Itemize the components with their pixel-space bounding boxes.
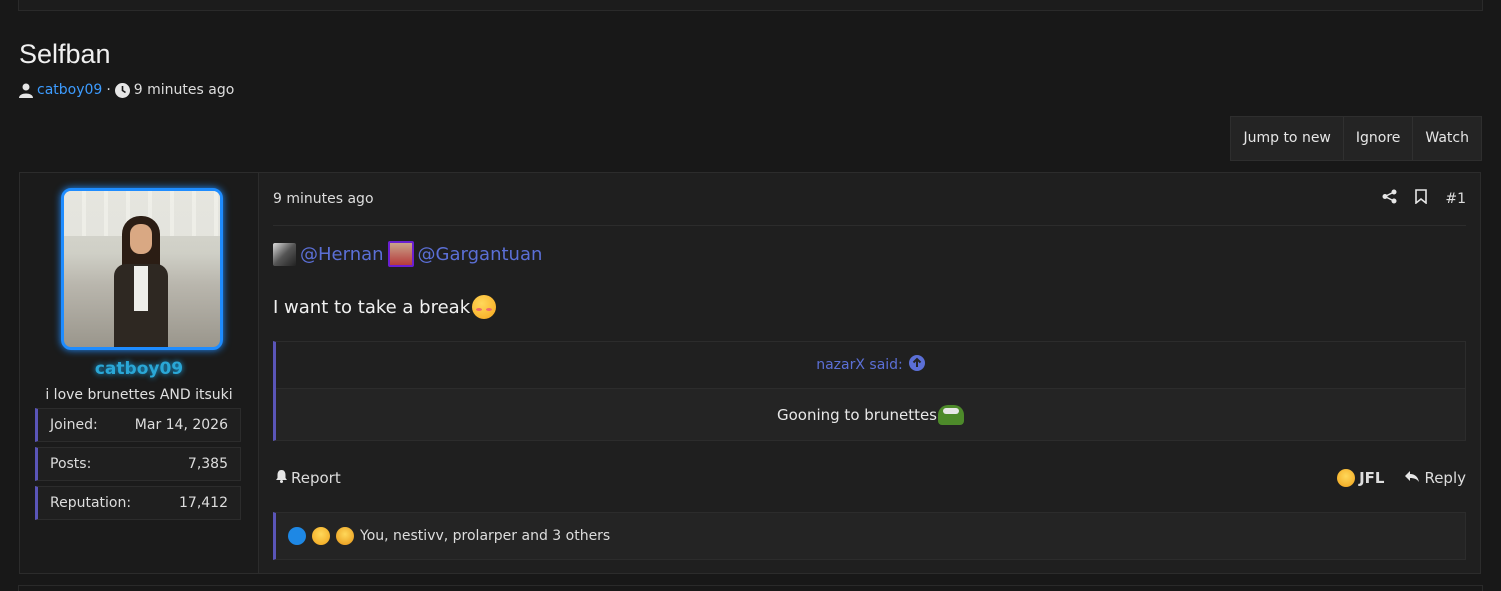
stat-label: Joined: <box>50 417 98 433</box>
stat-label: Posts: <box>50 456 92 472</box>
clock-icon <box>114 82 130 98</box>
jump-to-new-button[interactable]: Jump to new <box>1231 117 1342 160</box>
report-label: Report <box>291 469 341 487</box>
share-icon[interactable] <box>1382 189 1397 208</box>
reactions-text[interactable]: You, nestivv, prolarper and 3 others <box>360 528 610 544</box>
sad-emoji-icon <box>336 527 354 545</box>
reactions-bar[interactable]: You, nestivv, prolarper and 3 others <box>273 512 1466 560</box>
mention-link[interactable]: @Gargantuan <box>418 244 543 265</box>
avatar[interactable] <box>61 188 223 350</box>
stat-value: 17,412 <box>179 495 228 511</box>
laughing-emoji-icon <box>1337 469 1356 487</box>
user-sidebar: catboy09 i love brunettes AND itsuki Joi… <box>20 173 259 573</box>
post: catboy09 i love brunettes AND itsuki Joi… <box>19 172 1481 574</box>
thread-actions: Jump to new Ignore Watch <box>1230 116 1482 161</box>
watch-button[interactable]: Watch <box>1412 117 1481 160</box>
bookmark-icon[interactable] <box>1415 189 1428 208</box>
thread-time: 9 minutes ago <box>133 82 235 98</box>
quote-body: Gooning to brunettes <box>276 389 1465 441</box>
quote-block: nazarX said: Gooning to brunettes <box>273 341 1466 441</box>
stat-joined: Joined: Mar 14, 2026 <box>35 408 241 442</box>
next-panel-edge <box>18 585 1483 591</box>
post-date[interactable]: 9 minutes ago <box>273 191 374 207</box>
bell-icon <box>275 469 288 487</box>
quote-text: Gooning to brunettes <box>776 406 937 424</box>
user-title: i love brunettes AND itsuki <box>45 387 233 403</box>
post-main: 9 minutes ago #1 @Hernan @Gargantuan I w… <box>273 173 1466 573</box>
post-username[interactable]: catboy09 <box>20 359 258 379</box>
divider <box>273 225 1466 226</box>
thread-meta: catboy09 · 9 minutes ago <box>19 82 234 98</box>
report-link[interactable]: Report <box>275 469 341 487</box>
jfl-label: JFL <box>1359 469 1385 487</box>
mention-link[interactable]: @Hernan <box>300 244 384 265</box>
reply-label: Reply <box>1424 469 1466 487</box>
thread-title: Selfban <box>19 39 111 69</box>
stat-reputation: Reputation: 17,412 <box>35 486 241 520</box>
mentions: @Hernan @Gargantuan <box>273 241 542 267</box>
like-icon <box>288 527 306 545</box>
stat-value: Mar 14, 2026 <box>134 417 228 433</box>
post-text: I want to take a break <box>273 296 471 318</box>
post-tools: #1 <box>1382 189 1466 208</box>
post-number[interactable]: #1 <box>1445 191 1466 207</box>
post-body: I want to take a break <box>273 295 497 319</box>
arrow-up-icon[interactable] <box>908 355 925 375</box>
post-actions: JFL Reply <box>1337 469 1466 487</box>
ignore-button[interactable]: Ignore <box>1342 117 1413 160</box>
laughing-emoji-icon <box>312 527 330 545</box>
pepe-emoji-icon <box>938 405 964 425</box>
top-panel-edge <box>18 0 1483 11</box>
mention-avatar <box>273 242 296 266</box>
blush-emoji-icon <box>472 295 497 319</box>
quote-header[interactable]: nazarX said: <box>276 342 1465 389</box>
jfl-react-button[interactable]: JFL <box>1337 469 1384 487</box>
meta-separator: · <box>106 82 111 98</box>
reply-icon <box>1404 469 1420 487</box>
user-icon <box>19 83 33 98</box>
thread-author-link[interactable]: catboy09 <box>37 82 102 98</box>
quote-author[interactable]: nazarX said: <box>816 357 903 373</box>
reply-button[interactable]: Reply <box>1404 469 1466 487</box>
stat-value: 7,385 <box>187 456 228 472</box>
stat-label: Reputation: <box>50 495 132 511</box>
stat-posts: Posts: 7,385 <box>35 447 241 481</box>
mention-avatar <box>387 241 414 267</box>
